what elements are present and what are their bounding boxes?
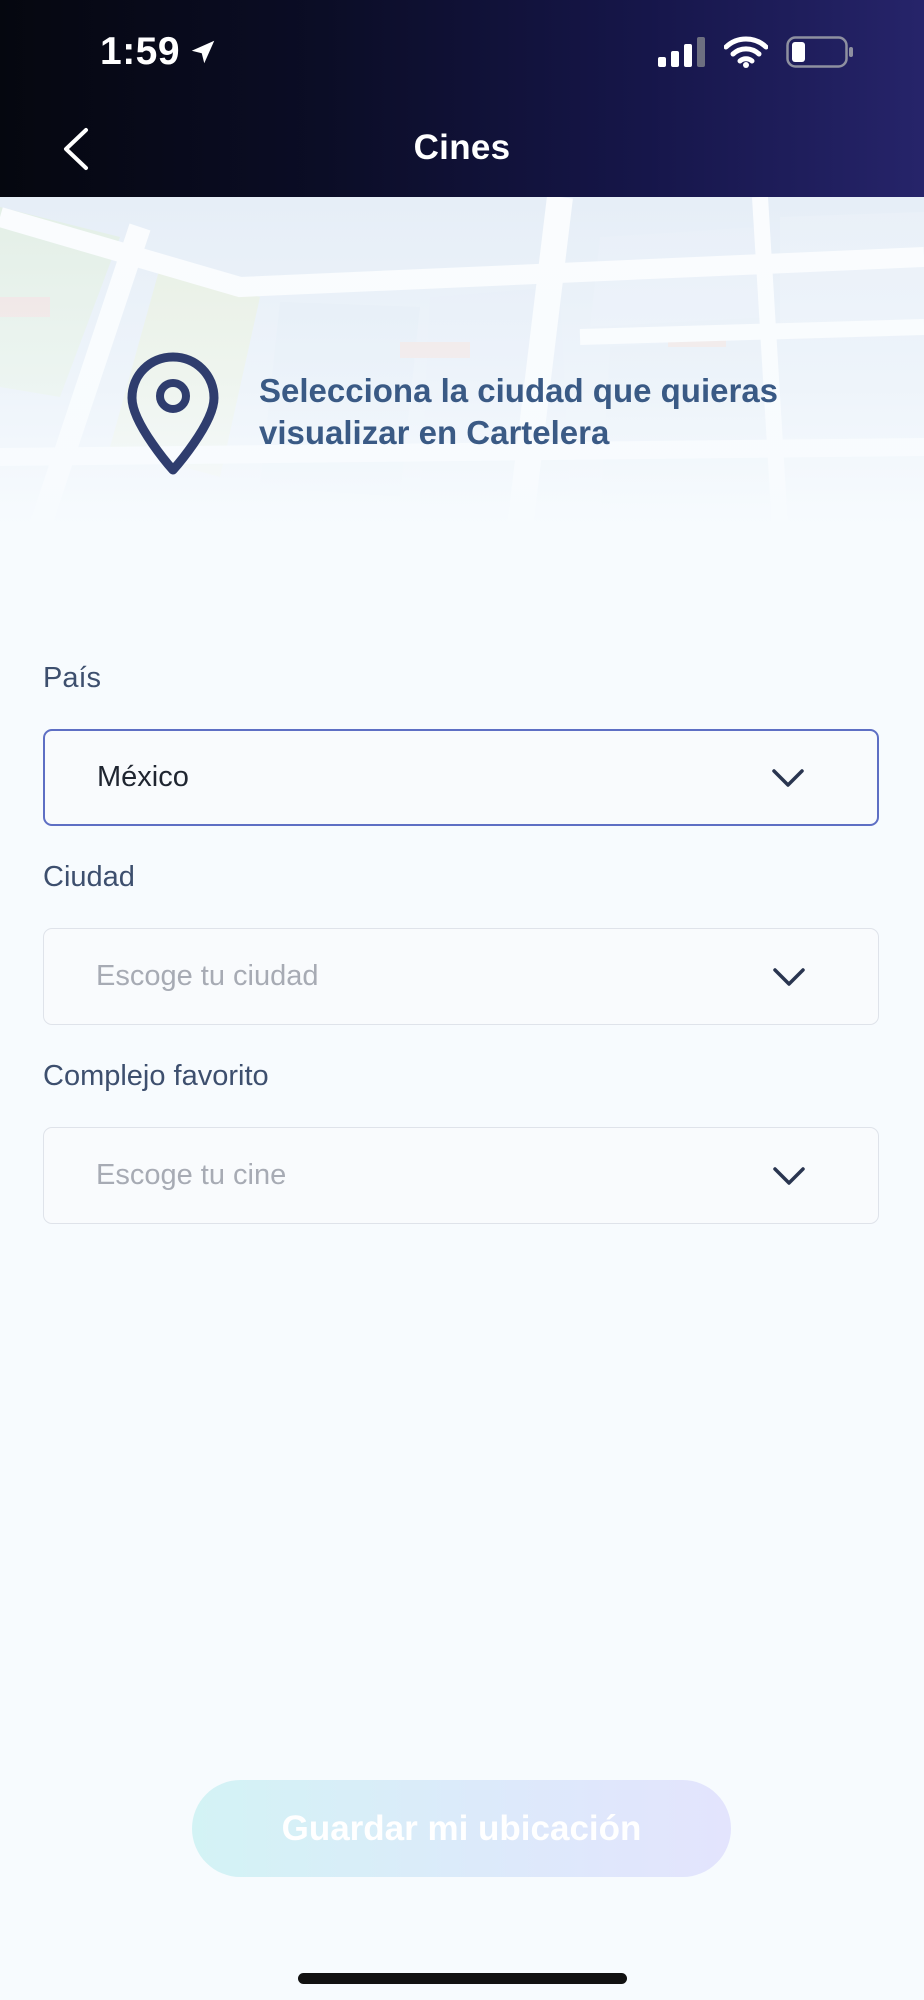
app-header: 1:59 Cines [0, 0, 924, 197]
chevron-down-icon [773, 1166, 805, 1185]
home-indicator[interactable] [298, 1973, 627, 1984]
battery-icon [786, 36, 853, 68]
country-select[interactable]: México [43, 729, 879, 826]
cellular-signal-icon [658, 37, 705, 67]
cinema-label: Complejo favorito [43, 1060, 269, 1092]
intro-heading: Selecciona la ciudad que quieras visuali… [259, 372, 779, 451]
location-arrow-icon [191, 40, 215, 64]
wifi-icon [724, 36, 768, 68]
city-placeholder: Escoge tu ciudad [96, 960, 319, 992]
page-title: Cines [413, 128, 511, 167]
status-time: 1:59 [100, 30, 218, 74]
country-label: País [43, 662, 102, 694]
status-indicators [658, 36, 854, 68]
status-time-text: 1:59 [100, 30, 181, 73]
country-value: México [97, 761, 189, 793]
chevron-down-icon [773, 967, 805, 986]
city-label: Ciudad [43, 861, 135, 893]
save-location-button[interactable]: Guardar mi ubicación [192, 1780, 731, 1877]
city-select[interactable]: Escoge tu ciudad [43, 928, 879, 1025]
cinema-select[interactable]: Escoge tu cine [43, 1127, 879, 1224]
cinema-placeholder: Escoge tu cine [96, 1159, 287, 1191]
location-pin-icon [127, 352, 219, 475]
chevron-down-icon [772, 768, 804, 787]
